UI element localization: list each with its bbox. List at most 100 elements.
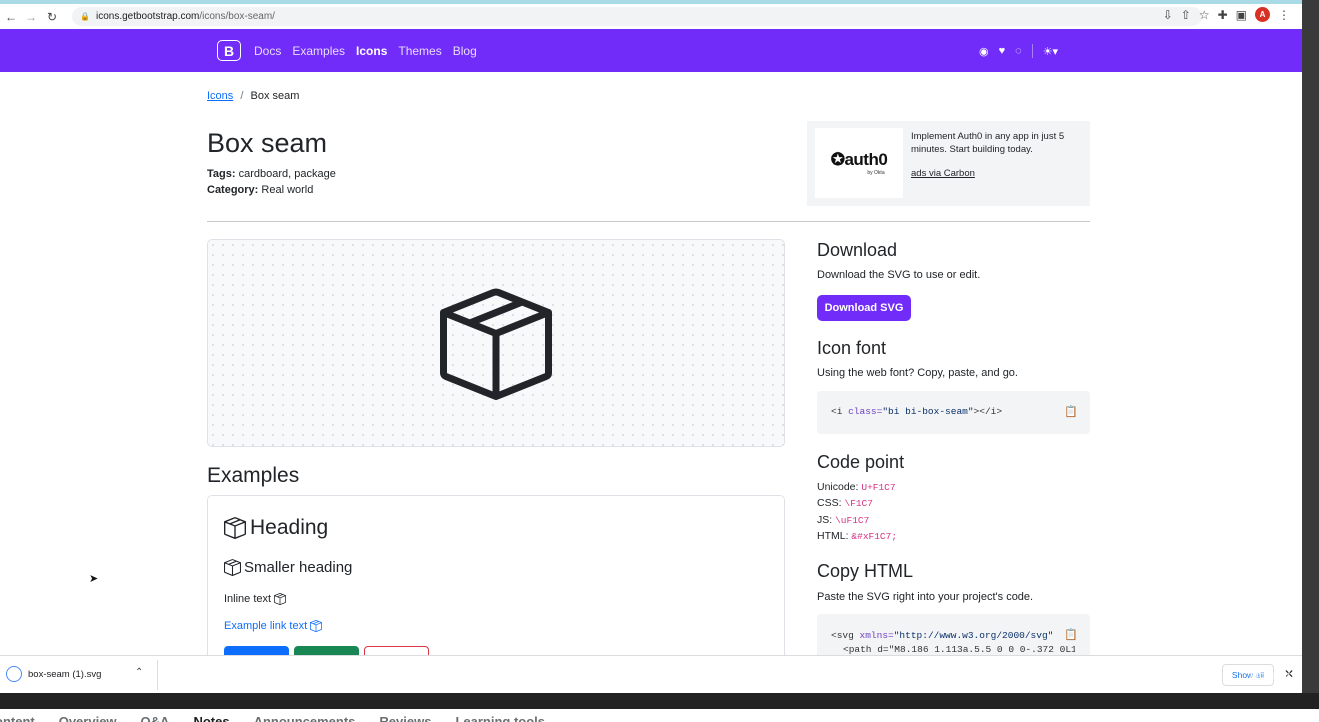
- downloads-bar: box-seam (1).svg ⌃ Show all ✕: [0, 655, 1302, 693]
- site-navbar: B Docs Examples Icons Themes Blog ◉ ♥ ◌ …: [0, 29, 1302, 72]
- download-svg-button[interactable]: Download SVG: [817, 295, 911, 321]
- tab-notes[interactable]: Notes: [193, 714, 229, 722]
- box-seam-icon: [274, 593, 287, 605]
- menu-icon[interactable]: ⋮: [1278, 8, 1290, 22]
- downloads-divider: [157, 660, 158, 690]
- reload-icon[interactable]: ↻: [43, 10, 61, 24]
- codepoint-html: HTML: &#xF1C7;: [817, 530, 898, 542]
- copyhtml-heading: Copy HTML: [817, 561, 914, 581]
- example-heading-text: Heading: [250, 516, 329, 539]
- codepoint-css: CSS: \F1C7: [817, 497, 873, 509]
- carbon-ad[interactable]: ✪auth0 by Okta Implement Auth0 in any ap…: [807, 121, 1090, 206]
- lock-icon: 🔒: [80, 12, 90, 21]
- course-tabs: ontent Overview Q&A Notes Announcements …: [0, 709, 1319, 722]
- nav-blog[interactable]: Blog: [453, 44, 477, 58]
- tab-overview[interactable]: Overview: [59, 714, 117, 722]
- icon-category: Category: Real world: [207, 184, 313, 196]
- github-icon[interactable]: ◉: [979, 45, 989, 58]
- profile-avatar[interactable]: A: [1255, 7, 1270, 22]
- tab-reviews[interactable]: Reviews: [379, 714, 431, 722]
- ad-carbon-link[interactable]: ads via Carbon: [911, 168, 975, 179]
- box-seam-icon: [224, 517, 246, 539]
- nav-examples[interactable]: Examples: [292, 44, 345, 58]
- breadcrumb-icons-link[interactable]: Icons: [207, 90, 233, 102]
- twitter-icon[interactable]: ♥: [999, 45, 1006, 57]
- ad-text[interactable]: Implement Auth0 in any app in just 5 min…: [911, 130, 1083, 156]
- example-link-text[interactable]: Example link text: [224, 620, 307, 632]
- codepoint-heading: Code point: [817, 452, 905, 472]
- nav-icons[interactable]: Icons: [356, 44, 387, 58]
- auth0-logo: ✪auth0: [830, 150, 888, 169]
- tab-qa[interactable]: Q&A: [141, 714, 170, 722]
- iconfont-heading: Icon font: [817, 338, 887, 358]
- nav-docs[interactable]: Docs: [254, 44, 281, 58]
- category-label: Category:: [207, 184, 259, 196]
- opencollective-icon[interactable]: ◌: [1015, 45, 1022, 57]
- example-inline-label: Inline text: [224, 593, 272, 605]
- browser-actions: ⇩ ⇧ ☆ ✚ ▣ A ⋮: [1163, 7, 1290, 22]
- icon-preview: [207, 239, 785, 447]
- codepoint-js: JS: \uF1C7: [817, 514, 870, 526]
- nav-divider: [1031, 44, 1033, 58]
- clipboard-icon[interactable]: 📋: [1064, 405, 1078, 419]
- file-icon: [6, 666, 22, 682]
- url-path: /icons/box-seam/: [199, 11, 275, 22]
- example-smaller-heading: Smaller heading: [224, 559, 352, 576]
- ad-logo-sub: by Okta: [867, 170, 885, 176]
- download-item[interactable]: box-seam (1).svg: [6, 666, 101, 682]
- copyhtml-desc: Paste the SVG right into your project's …: [817, 591, 1034, 603]
- sidepanel-icon[interactable]: ▣: [1236, 8, 1247, 22]
- theme-toggle-icon[interactable]: ☀▾: [1043, 45, 1058, 58]
- download-filename[interactable]: box-seam (1).svg: [28, 669, 101, 680]
- chevron-up-icon[interactable]: ⌃: [135, 667, 143, 678]
- browser-toolbar: ← → ↻ 🔒 icons.getbootstrap.com/icons/box…: [0, 4, 1302, 29]
- back-icon[interactable]: ←: [2, 10, 20, 24]
- udemy-watermark: Udemy: [1250, 668, 1291, 682]
- examples-card: Heading Smaller heading Inline text Exam…: [207, 495, 785, 665]
- nav-links: Docs Examples Icons Themes Blog: [254, 44, 477, 58]
- breadcrumb-separator: /: [240, 90, 244, 102]
- copyhtml-line2: <path d="M8.186 1.113a.5.5 0 0 0-.372 0L…: [843, 644, 1075, 655]
- box-seam-icon: [224, 559, 241, 576]
- example-inline-text: Inline text: [224, 593, 287, 605]
- tab-learning-tools[interactable]: Learning tools: [455, 714, 545, 722]
- browser-window: ← → ↻ 🔒 icons.getbootstrap.com/icons/box…: [0, 0, 1302, 693]
- ad-logo[interactable]: ✪auth0 by Okta: [815, 128, 903, 198]
- example-heading: Heading: [224, 516, 328, 540]
- category-value: Real world: [261, 184, 314, 196]
- clipboard-icon[interactable]: 📋: [1064, 628, 1078, 642]
- page-title: Box seam: [207, 128, 328, 158]
- examples-heading: Examples: [207, 464, 300, 487]
- install-icon[interactable]: ⇩: [1163, 8, 1173, 22]
- breadcrumb-current: Box seam: [250, 90, 300, 102]
- tags-value: cardboard, package: [238, 168, 336, 180]
- extensions-icon[interactable]: ✚: [1218, 8, 1228, 22]
- divider: [207, 221, 1090, 222]
- breadcrumb: Icons / Box seam: [207, 90, 299, 102]
- tags-label: Tags:: [207, 168, 236, 180]
- tab-announcements[interactable]: Announcements: [254, 714, 356, 722]
- codepoint-unicode: Unicode: U+F1C7: [817, 481, 896, 493]
- iconfont-code-text: <i class="bi bi-box-seam"></i>: [831, 406, 1003, 417]
- example-link[interactable]: Example link text: [224, 620, 323, 632]
- star-icon[interactable]: ☆: [1199, 8, 1210, 22]
- bootstrap-logo[interactable]: B: [217, 40, 241, 61]
- address-bar[interactable]: 🔒 icons.getbootstrap.com/icons/box-seam/: [72, 7, 1202, 26]
- icon-tags: Tags: cardboard, package: [207, 168, 336, 180]
- mouse-cursor-icon: ➤: [89, 573, 99, 585]
- url-host: icons.getbootstrap.com: [95, 11, 200, 22]
- nav-themes[interactable]: Themes: [398, 44, 441, 58]
- share-icon[interactable]: ⇧: [1181, 8, 1191, 22]
- box-seam-icon: [440, 288, 552, 400]
- nav-social: ◉ ♥ ◌ ☀▾: [979, 44, 1058, 58]
- forward-icon[interactable]: →: [22, 10, 40, 24]
- download-heading: Download: [817, 240, 898, 260]
- example-smaller-heading-text: Smaller heading: [244, 559, 353, 576]
- iconfont-desc: Using the web font? Copy, paste, and go.: [817, 367, 1018, 379]
- download-desc: Download the SVG to use or edit.: [817, 269, 981, 281]
- tab-content[interactable]: ontent: [0, 714, 35, 722]
- scrollbar-track: [1302, 0, 1319, 693]
- iconfont-code[interactable]: <i class="bi bi-box-seam"></i> 📋: [817, 391, 1090, 434]
- box-seam-icon: [310, 620, 323, 632]
- copyhtml-line1: <svg xmlns="http://www.w3.org/2000/svg": [831, 630, 1054, 641]
